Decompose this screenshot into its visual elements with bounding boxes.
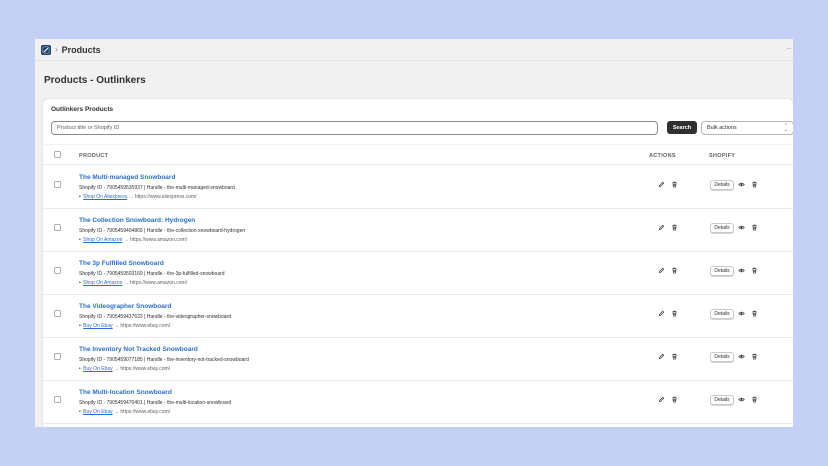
outlink: • Shop On Amazon → https://www.amazon.co…: [79, 237, 187, 243]
shop-link[interactable]: Buy On Ebay: [83, 366, 112, 372]
details-button[interactable]: Details: [710, 395, 734, 405]
select-chevron-icon: ⌃ ⌄: [783, 123, 788, 133]
chevron-right-icon: ›: [55, 45, 58, 54]
outlink: • Shop On Aliexpress → https://www.aliex…: [79, 194, 197, 200]
edit-icon[interactable]: [657, 395, 666, 404]
search-input[interactable]: [51, 121, 658, 135]
outlink: • Buy On Ebay → https://www.ebay.com/: [79, 323, 170, 329]
table-row: The Multi-managed Snowboard Shopify ID - …: [43, 166, 793, 209]
edit-icon[interactable]: [657, 180, 666, 189]
product-meta: Shopify ID - 7905459503169 | Handle - th…: [79, 271, 225, 277]
product-meta: Shopify ID - 7905459470401 | Handle - th…: [79, 400, 232, 406]
bullet: •: [79, 194, 81, 200]
shop-link[interactable]: Buy On Ebay: [83, 323, 112, 329]
shop-link[interactable]: Shop On Amazon: [83, 237, 122, 243]
row-checkbox[interactable]: [54, 396, 61, 403]
top-bar: › Products ···: [35, 39, 793, 61]
delete-icon[interactable]: [750, 180, 759, 189]
row-checkbox[interactable]: [54, 353, 61, 360]
column-actions: ACTIONS: [649, 153, 676, 159]
bulk-actions-select[interactable]: Bulk actions ⌃ ⌄: [701, 121, 793, 135]
view-icon[interactable]: [737, 309, 746, 318]
table-header: PRODUCT ACTIONS SHOPIFY: [43, 144, 793, 165]
details-button[interactable]: Details: [710, 266, 734, 276]
bullet: •: [79, 409, 81, 415]
product-title-link[interactable]: The Multi-location Snowboard: [79, 389, 172, 396]
view-icon[interactable]: [737, 266, 746, 275]
table-row: The Collection Snowboard: Hydrogen Shopif…: [43, 209, 793, 252]
product-title-link[interactable]: The Videographer Snowboard: [79, 303, 171, 310]
row-checkbox[interactable]: [54, 181, 61, 188]
page-title: Products - Outlinkers: [44, 75, 146, 86]
bulk-actions-label: Bulk actions: [707, 125, 737, 131]
product-title-link[interactable]: The 3p Fulfilled Snowboard: [79, 260, 164, 267]
edit-icon[interactable]: [657, 223, 666, 232]
view-icon[interactable]: [737, 223, 746, 232]
row-checkbox[interactable]: [54, 267, 61, 274]
edit-icon[interactable]: [657, 309, 666, 318]
outlink: • Buy On Ebay → https://www.ebay.com/: [79, 409, 170, 415]
product-meta: Shopify ID - 7905459404865 | Handle - th…: [79, 228, 246, 234]
delete-icon[interactable]: [670, 309, 679, 318]
delete-icon[interactable]: [750, 223, 759, 232]
products-card: Outlinkers Products Search Bulk actions …: [43, 99, 793, 427]
delete-icon[interactable]: [670, 180, 679, 189]
column-product: PRODUCT: [79, 153, 109, 159]
product-meta: Shopify ID - 7905459077185 | Handle - th…: [79, 357, 249, 363]
delete-icon[interactable]: [750, 395, 759, 404]
outlink-url: → https://www.ebay.com/: [114, 323, 171, 329]
products-app-icon[interactable]: [41, 44, 51, 55]
outlink: • Shop On Amazon → https://www.amazon.co…: [79, 280, 187, 286]
row-checkbox[interactable]: [54, 224, 61, 231]
table-row: The 3p Fulfilled Snowboard Shopify ID - 7…: [43, 252, 793, 295]
details-button[interactable]: Details: [710, 180, 734, 190]
outlink-url: → https://www.amazon.com/: [123, 280, 188, 286]
delete-icon[interactable]: [750, 266, 759, 275]
details-button[interactable]: Details: [710, 223, 734, 233]
delete-icon[interactable]: [670, 352, 679, 361]
shop-link[interactable]: Buy On Ebay: [83, 409, 112, 415]
bullet: •: [79, 237, 81, 243]
details-button[interactable]: Details: [710, 352, 734, 362]
table-row: The Inventory Not Tracked Snowboard Shopi…: [43, 338, 793, 381]
app-window: › Products ··· Products - Outlinkers Out…: [35, 39, 793, 427]
product-title-link[interactable]: The Multi-managed Snowboard: [79, 174, 175, 181]
outlink-url: → https://www.ebay.com/: [114, 409, 171, 415]
view-icon[interactable]: [737, 180, 746, 189]
row-checkbox[interactable]: [54, 310, 61, 317]
edit-icon[interactable]: [657, 352, 666, 361]
bullet: •: [79, 280, 81, 286]
view-icon[interactable]: [737, 352, 746, 361]
product-title-link[interactable]: The Collection Snowboard: Hydrogen: [79, 217, 195, 224]
table-row: The Videographer Snowboard Shopify ID - 7…: [43, 295, 793, 338]
product-title-link[interactable]: The Inventory Not Tracked Snowboard: [79, 346, 198, 353]
outlink-url: → https://www.ebay.com/: [114, 366, 171, 372]
column-shopify: SHOPIFY: [709, 153, 736, 159]
search-row: Search Bulk actions ⌃⌄: [51, 121, 793, 135]
select-all-checkbox[interactable]: [54, 151, 61, 158]
breadcrumb[interactable]: Products: [62, 45, 101, 55]
shop-link[interactable]: Shop On Aliexpress: [83, 194, 127, 200]
outlink: • Buy On Ebay → https://www.ebay.com/: [79, 366, 170, 372]
card-title: Outlinkers Products: [51, 106, 114, 113]
delete-icon[interactable]: [670, 395, 679, 404]
bullet: •: [79, 366, 81, 372]
outlink-url: → https://www.amazon.com/: [123, 237, 188, 243]
search-button[interactable]: Search: [667, 121, 697, 134]
shop-link[interactable]: Shop On Amazon: [83, 280, 122, 286]
details-button[interactable]: Details: [710, 309, 734, 319]
delete-icon[interactable]: [670, 223, 679, 232]
product-meta: Shopify ID - 7905459437633 | Handle - th…: [79, 314, 231, 320]
bullet: •: [79, 323, 81, 329]
delete-icon[interactable]: [750, 352, 759, 361]
delete-icon[interactable]: [670, 266, 679, 275]
product-meta: Shopify ID - 7905459535937 | Handle - th…: [79, 185, 235, 191]
view-icon[interactable]: [737, 395, 746, 404]
more-icon[interactable]: ···: [786, 44, 792, 53]
delete-icon[interactable]: [750, 309, 759, 318]
edit-icon[interactable]: [657, 266, 666, 275]
table-row: The Multi-location Snowboard Shopify ID -…: [43, 381, 793, 424]
outlink-url: → https://www.aliexpress.com/: [128, 194, 197, 200]
